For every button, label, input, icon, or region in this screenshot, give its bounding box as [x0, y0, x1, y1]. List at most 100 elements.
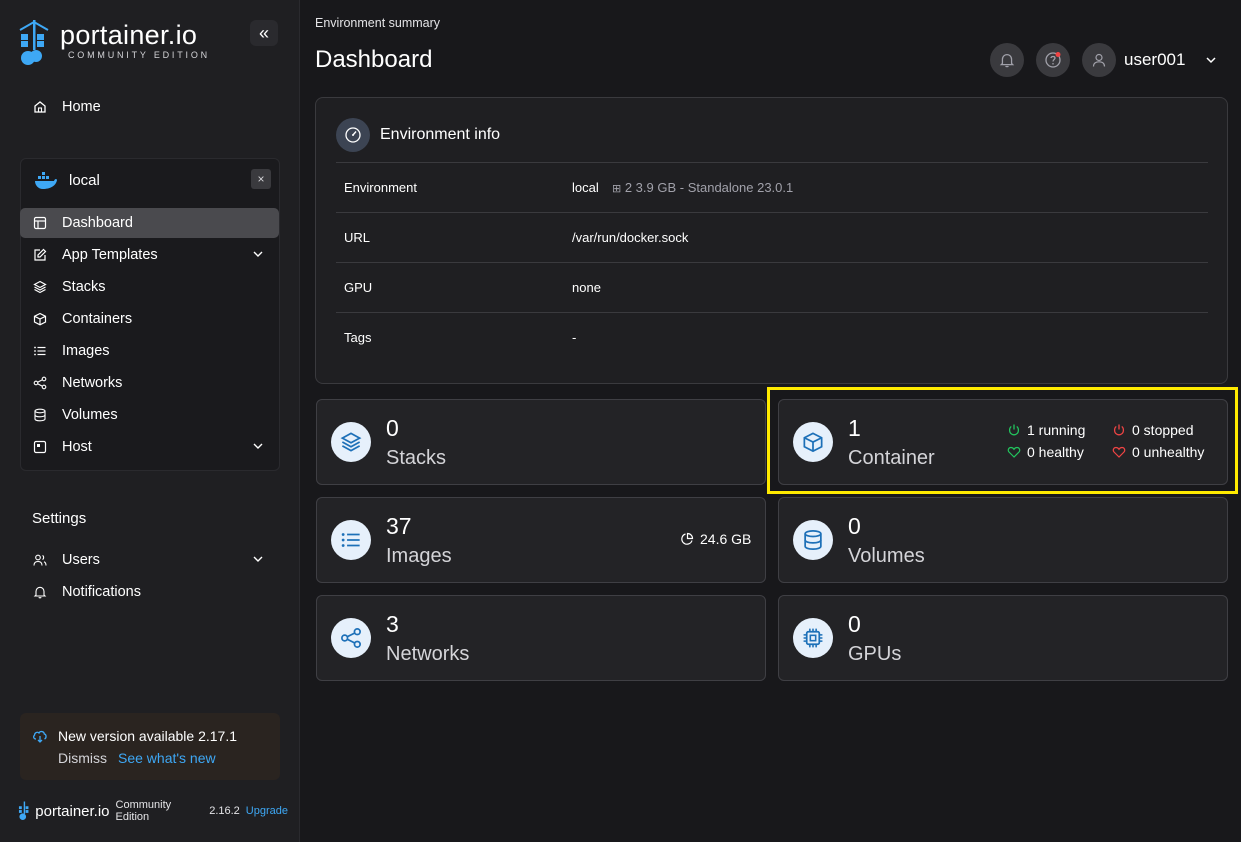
- collapse-sidebar-button[interactable]: «: [250, 20, 278, 46]
- info-row-gpu: GPU none: [336, 262, 1208, 312]
- cloud-download-icon: [33, 730, 47, 743]
- info-key: Environment: [344, 180, 417, 195]
- home-icon: [32, 99, 48, 115]
- chevron-down-icon[interactable]: [1204, 53, 1218, 67]
- layers-icon: [331, 422, 371, 462]
- running-stat: 1 running: [1007, 422, 1085, 438]
- sidebar-item-images[interactable]: Images: [20, 336, 279, 366]
- portainer-logo[interactable]: portainer.io COMMUNITY EDITION: [18, 18, 218, 68]
- whats-new-link[interactable]: See what's new: [118, 750, 216, 766]
- sidebar-item-label: Stacks: [62, 279, 106, 295]
- containers-card[interactable]: 1 Container 1 running 0 stopped 0 health…: [778, 399, 1228, 485]
- close-icon: ×: [257, 172, 265, 186]
- server-icon: [32, 439, 48, 455]
- chevron-down-icon: [253, 556, 263, 562]
- sidebar-item-users[interactable]: Users: [20, 545, 279, 575]
- info-key: Tags: [344, 330, 372, 345]
- box-icon: [793, 422, 833, 462]
- gauge-icon: [336, 118, 370, 152]
- brand-name: portainer.io: [60, 20, 198, 50]
- box-icon: [32, 311, 48, 327]
- unhealthy-stat: 0 unhealthy: [1112, 444, 1204, 460]
- users-icon: [32, 552, 48, 568]
- share-icon: [32, 375, 48, 391]
- sidebar-item-dashboard[interactable]: Dashboard: [20, 208, 279, 238]
- sidebar-item-label: Containers: [62, 311, 133, 327]
- images-size: 24.6 GB: [680, 531, 751, 547]
- cpu-icon: ⊞: [612, 183, 622, 195]
- chevron-down-icon: [253, 443, 263, 449]
- power-icon: [1008, 424, 1020, 436]
- layers-icon: [32, 279, 48, 295]
- stopped-stat: 0 stopped: [1112, 422, 1194, 438]
- close-environment-button[interactable]: ×: [251, 169, 271, 189]
- chevron-down-icon: [253, 251, 263, 257]
- info-value: local ⊞ 2 3.9 GB - Standalone 23.0.1: [572, 180, 793, 195]
- healthy-stat: 0 healthy: [1007, 444, 1084, 460]
- footer-brand: portainer.io: [35, 802, 110, 820]
- environment-info-title: Environment info: [380, 126, 501, 143]
- power-icon: [1113, 424, 1125, 436]
- help-button[interactable]: [1036, 43, 1070, 77]
- user-icon: [1092, 53, 1106, 67]
- info-value: none: [572, 280, 601, 295]
- database-icon: [32, 407, 48, 423]
- user-avatar[interactable]: [1082, 43, 1116, 77]
- share-icon: [331, 618, 371, 658]
- gpus-card[interactable]: 0 GPUs: [778, 595, 1228, 681]
- environment-value: local: [572, 180, 599, 195]
- heart-icon: [1112, 446, 1126, 458]
- user-name[interactable]: user001: [1124, 50, 1185, 70]
- notifications-button[interactable]: [990, 43, 1024, 77]
- layout-icon: [32, 215, 48, 231]
- portainer-small-logo-icon: [18, 801, 29, 821]
- bell-icon: [32, 584, 48, 600]
- sidebar-item-stacks[interactable]: Stacks: [20, 272, 279, 302]
- sidebar-footer: portainer.io Community Edition 2.16.2 Up…: [18, 799, 288, 823]
- sidebar-item-label: Volumes: [62, 407, 118, 423]
- sidebar-item-label: Home: [62, 99, 101, 115]
- sidebar-item-label: Dashboard: [62, 215, 133, 231]
- sidebar: portainer.io COMMUNITY EDITION « Home lo…: [0, 0, 300, 842]
- docker-icon: [35, 172, 57, 189]
- images-count: 37: [386, 513, 412, 539]
- upgrade-link[interactable]: Upgrade: [246, 805, 288, 817]
- gpus-label: GPUs: [848, 643, 902, 665]
- sidebar-item-networks[interactable]: Networks: [20, 368, 279, 398]
- sidebar-item-notifications[interactable]: Notifications: [20, 577, 279, 607]
- sidebar-item-label: Users: [62, 552, 100, 568]
- info-key: URL: [344, 230, 371, 245]
- volumes-label: Volumes: [848, 545, 925, 567]
- dismiss-link[interactable]: Dismiss: [58, 750, 107, 766]
- info-row-environment: Environment local ⊞ 2 3.9 GB - Standalon…: [336, 162, 1208, 212]
- stacks-card[interactable]: 0 Stacks: [316, 399, 766, 485]
- info-value: /var/run/docker.sock: [572, 230, 689, 245]
- settings-section-label: Settings: [32, 510, 87, 527]
- sidebar-item-host[interactable]: Host: [20, 432, 279, 462]
- sidebar-item-home[interactable]: Home: [20, 92, 279, 122]
- sidebar-item-volumes[interactable]: Volumes: [20, 400, 279, 430]
- networks-count: 3: [386, 611, 399, 637]
- containers-label: Container: [848, 447, 935, 469]
- info-row-url: URL /var/run/docker.sock: [336, 212, 1208, 262]
- double-chevron-left-icon: «: [258, 22, 269, 43]
- portainer-logo-icon: [19, 20, 49, 65]
- networks-label: Networks: [386, 643, 470, 665]
- page-title: Dashboard: [315, 46, 433, 73]
- volumes-card[interactable]: 0 Volumes: [778, 497, 1228, 583]
- sidebar-item-label: Host: [62, 439, 92, 455]
- networks-card[interactable]: 3 Networks: [316, 595, 766, 681]
- images-card[interactable]: 37 Images 24.6 GB: [316, 497, 766, 583]
- sidebar-item-label: Notifications: [62, 584, 141, 600]
- info-row-tags: Tags -: [336, 312, 1208, 362]
- sidebar-item-label: Networks: [62, 375, 123, 391]
- sidebar-item-label: Images: [62, 343, 110, 359]
- stacks-count: 0: [386, 415, 399, 441]
- cpu-icon: [793, 618, 833, 658]
- breadcrumb: Environment summary: [315, 16, 441, 30]
- footer-edition: Community Edition: [115, 799, 172, 823]
- running-count: 1 running: [1027, 422, 1086, 438]
- sidebar-item-app-templates[interactable]: App Templates: [20, 240, 279, 270]
- sidebar-item-containers[interactable]: Containers: [20, 304, 279, 334]
- containers-count: 1: [848, 415, 861, 441]
